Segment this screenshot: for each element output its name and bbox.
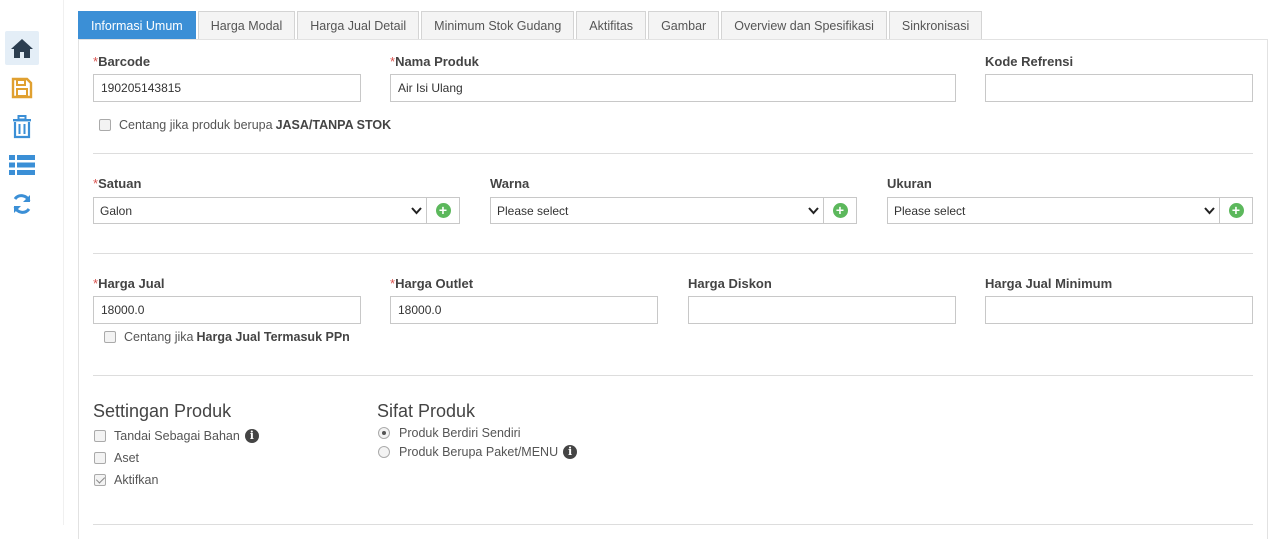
tandai-bahan-checkbox[interactable] [94, 430, 106, 442]
aktifkan-label: Aktifkan [114, 473, 159, 487]
tandai-bahan-label: Tandai Sebagai Bahan [114, 429, 240, 443]
warna-select[interactable]: Please select + [490, 197, 857, 224]
chevron-down-icon [803, 206, 823, 215]
tab-gambar[interactable]: Gambar [648, 11, 720, 39]
plus-circle-icon: + [1228, 203, 1244, 218]
home-icon [11, 39, 33, 58]
info-icon[interactable]: i [244, 429, 259, 443]
jasa-checkbox-row[interactable]: Centang jika produk berupa JASA/TANPA ST… [99, 118, 391, 132]
barcode-label: *Barcode [93, 54, 150, 69]
harga-jual-input[interactable]: 18000.0 [93, 296, 361, 324]
berdiri-sendiri-radio[interactable] [378, 427, 390, 439]
tab-harga-modal[interactable]: Harga Modal [197, 11, 296, 39]
nama-produk-label-text: Nama Produk [395, 54, 479, 69]
nama-produk-label: *Nama Produk [390, 54, 479, 69]
barcode-value: 190205143815 [101, 81, 182, 95]
ukuran-value: Please select [894, 203, 966, 218]
barcode-input[interactable]: 190205143815 [93, 74, 361, 102]
tab-minimum-stok-gudang[interactable]: Minimum Stok Gudang [421, 11, 575, 39]
divider [93, 375, 1253, 376]
aktifkan-row[interactable]: Aktifkan [94, 473, 158, 487]
harga-diskon-input[interactable] [688, 296, 956, 324]
info-icon[interactable]: i [563, 445, 578, 459]
add-ukuran-button[interactable]: + [1219, 198, 1252, 223]
berdiri-sendiri-label: Produk Berdiri Sendiri [399, 426, 521, 440]
paket-menu-label: Produk Berupa Paket/MENU [399, 445, 559, 459]
tandai-bahan-row[interactable]: Tandai Sebagai Bahan i [94, 429, 259, 443]
chevron-down-icon [1199, 206, 1219, 215]
ukuran-label: Ukuran [887, 176, 932, 191]
refresh-button[interactable] [5, 187, 39, 221]
warna-label: Warna [490, 176, 530, 191]
berdiri-sendiri-row[interactable]: Produk Berdiri Sendiri [378, 426, 521, 440]
divider [93, 253, 1253, 254]
harga-jual-value: 18000.0 [101, 303, 145, 317]
add-satuan-button[interactable]: + [426, 198, 459, 223]
refresh-icon [13, 194, 31, 214]
ppn-checkbox-row[interactable]: Centang jika Harga Jual Termasuk PPn [104, 330, 350, 344]
sidebar [0, 0, 64, 525]
form-panel: *Barcode 190205143815 *Nama Produk Air I… [78, 39, 1268, 539]
tab-sinkronisasi[interactable]: Sinkronisasi [888, 11, 983, 39]
tab-informasi-umum[interactable]: Informasi Umum [78, 11, 196, 39]
satuan-label: *Satuan [93, 176, 141, 191]
aset-label: Aset [114, 451, 140, 465]
barcode-label-text: Barcode [98, 54, 151, 69]
add-warna-button[interactable]: + [823, 198, 856, 223]
harga-diskon-label: Harga Diskon [688, 276, 772, 291]
plus-circle-icon: + [832, 203, 848, 218]
harga-jual-minimum-input[interactable] [985, 296, 1253, 324]
paket-menu-row[interactable]: Produk Berupa Paket/MENU i [378, 445, 578, 459]
sifat-produk-title: Sifat Produk [377, 401, 476, 421]
jasa-checkbox-bold: JASA/TANPA STOK [275, 118, 392, 132]
trash-icon [13, 115, 31, 139]
save-button[interactable] [5, 71, 39, 105]
jasa-checkbox-text: Centang jika produk berupa [119, 118, 273, 132]
ppn-checkbox[interactable] [104, 331, 116, 343]
harga-outlet-input[interactable]: 18000.0 [390, 296, 658, 324]
chevron-down-icon [406, 206, 426, 215]
divider [93, 153, 1253, 154]
tab-aktifitas[interactable]: Aktifitas [576, 11, 647, 39]
harga-outlet-label-text: Harga Outlet [395, 276, 474, 291]
satuan-select[interactable]: Galon + [93, 197, 460, 224]
harga-jual-minimum-label: Harga Jual Minimum [985, 276, 1113, 291]
ppn-checkbox-bold: Harga Jual Termasuk PPn [196, 330, 350, 344]
nama-produk-value: Air Isi Ulang [398, 81, 463, 95]
ukuran-select[interactable]: Please select + [887, 197, 1253, 224]
delete-button[interactable] [5, 110, 39, 144]
tab-bar: Informasi Umum Harga Modal Harga Jual De… [78, 11, 984, 39]
tab-harga-jual-detail[interactable]: Harga Jual Detail [297, 11, 420, 39]
tab-overview-spesifikasi[interactable]: Overview dan Spesifikasi [721, 11, 887, 39]
paket-menu-radio[interactable] [378, 446, 390, 458]
harga-jual-label-text: Harga Jual [98, 276, 165, 291]
aset-checkbox[interactable] [94, 452, 106, 464]
satuan-label-text: Satuan [98, 176, 142, 191]
satuan-value: Galon [100, 203, 133, 218]
settingan-produk-title: Settingan Produk [93, 401, 232, 421]
jasa-checkbox[interactable] [99, 119, 111, 131]
kode-refrensi-label: Kode Refrensi [985, 54, 1074, 69]
list-button[interactable] [5, 148, 39, 182]
harga-outlet-value: 18000.0 [398, 303, 442, 317]
aset-row[interactable]: Aset [94, 451, 139, 465]
ppn-checkbox-text: Centang jika [124, 330, 194, 344]
aktifkan-checkbox[interactable] [94, 474, 106, 486]
home-button[interactable] [5, 31, 39, 65]
list-icon [9, 155, 35, 175]
nama-produk-input[interactable]: Air Isi Ulang [390, 74, 956, 102]
kode-refrensi-input[interactable] [985, 74, 1253, 102]
harga-outlet-label: *Harga Outlet [390, 276, 473, 291]
harga-jual-label: *Harga Jual [93, 276, 165, 291]
plus-circle-icon: + [435, 203, 451, 218]
save-icon [11, 77, 33, 99]
warna-value: Please select [497, 203, 569, 218]
